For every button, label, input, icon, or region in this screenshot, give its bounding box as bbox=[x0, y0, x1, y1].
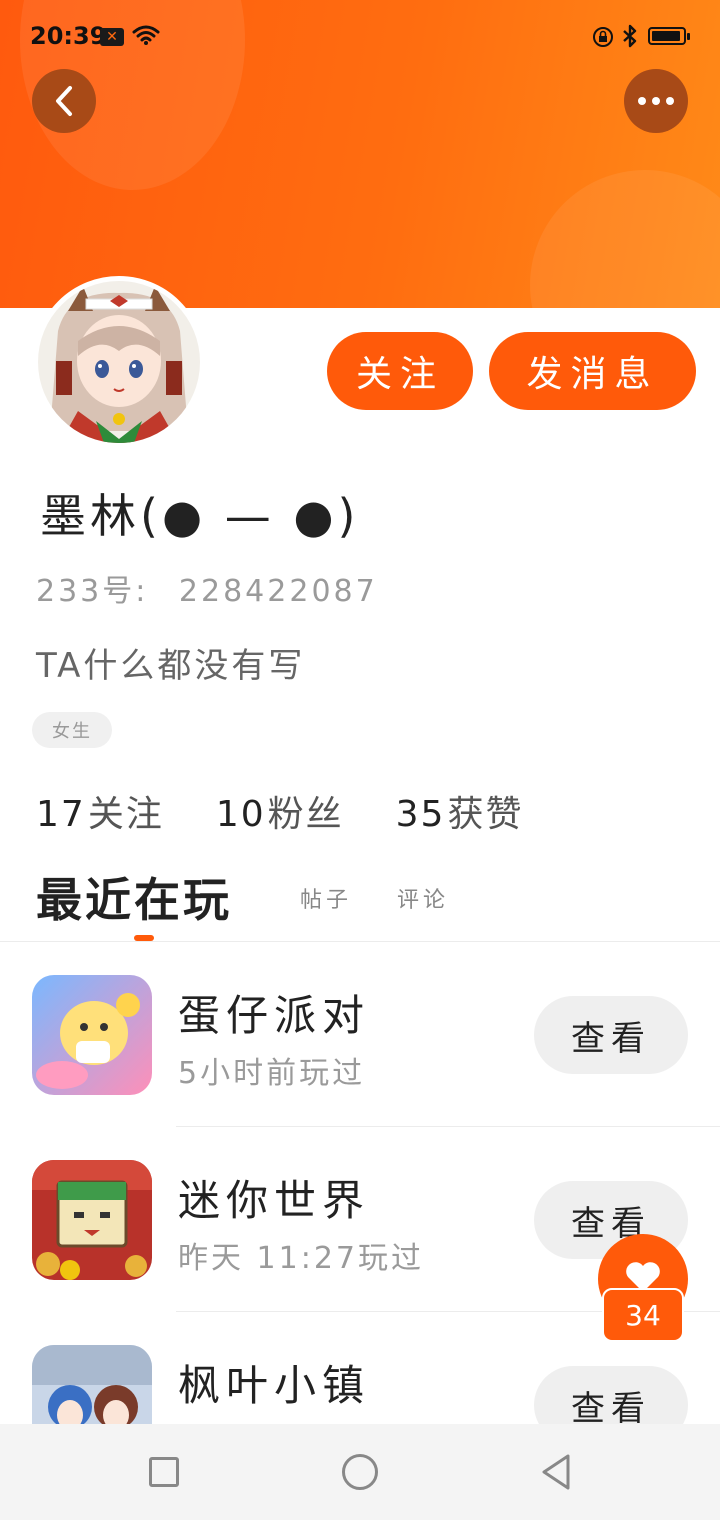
game-name: 蛋仔派对 bbox=[178, 991, 371, 1040]
profile-tabs: 最近在玩 帖子 评论 bbox=[0, 860, 720, 942]
stat-likes-label: 获赞 bbox=[447, 794, 524, 835]
view-game-button[interactable]: 查看 bbox=[534, 996, 688, 1074]
system-nav-bar bbox=[0, 1424, 720, 1520]
battery-icon bbox=[648, 27, 690, 45]
username: 墨林(● — ●) bbox=[40, 489, 360, 543]
user-id-value: 228422087 bbox=[178, 574, 378, 609]
notification-icon: ✕ bbox=[100, 28, 124, 46]
stat-followers[interactable]: 10粉丝 bbox=[216, 785, 344, 837]
game-icon-eggy-party bbox=[32, 975, 152, 1095]
game-name: 枫叶小镇 bbox=[178, 1361, 371, 1410]
status-time: 20:39 bbox=[30, 22, 107, 50]
list-item[interactable]: 蛋仔派对 5小时前玩过 查看 bbox=[0, 942, 720, 1127]
more-dots-icon bbox=[638, 97, 674, 105]
back-button[interactable] bbox=[32, 69, 96, 133]
stat-following-count: 17 bbox=[36, 794, 86, 835]
stat-followers-count: 10 bbox=[215, 794, 266, 835]
profile-stats: 17关注 10粉丝 35获赞 bbox=[36, 785, 523, 837]
tab-active-indicator bbox=[134, 935, 154, 941]
tab-recently-played[interactable]: 最近在玩 bbox=[36, 864, 232, 930]
home-icon[interactable] bbox=[342, 1454, 378, 1490]
back-icon[interactable] bbox=[538, 1452, 574, 1492]
wifi-icon bbox=[132, 25, 160, 45]
game-icon-mini-world bbox=[32, 1160, 152, 1280]
tab-comments[interactable]: 评论 bbox=[397, 882, 449, 914]
status-bar: 20:39 ✕ bbox=[0, 0, 720, 72]
stat-following-label: 关注 bbox=[87, 794, 164, 835]
game-last-played: 5小时前玩过 bbox=[178, 1056, 366, 1091]
bio-text: TA什么都没有写 bbox=[36, 646, 306, 686]
avatar-image bbox=[38, 281, 200, 443]
stat-following[interactable]: 17关注 bbox=[36, 785, 164, 837]
banner-decoration bbox=[530, 170, 720, 308]
recent-games-list: 蛋仔派对 5小时前玩过 查看 迷你世界 昨天 11:27玩过 查看 枫叶小镇 查… bbox=[0, 942, 720, 1497]
user-id-label: 233号: bbox=[36, 574, 149, 609]
recent-apps-icon[interactable] bbox=[149, 1457, 179, 1487]
like-count-badge: 34 bbox=[602, 1288, 684, 1342]
tab-posts[interactable]: 帖子 bbox=[300, 882, 352, 914]
avatar[interactable] bbox=[33, 276, 205, 448]
stat-likes: 35获赞 bbox=[396, 785, 524, 837]
stat-likes-count: 35 bbox=[395, 794, 446, 835]
lock-rotation-icon bbox=[593, 27, 613, 47]
stat-followers-label: 粉丝 bbox=[267, 794, 344, 835]
gender-tag: 女生 bbox=[32, 712, 112, 748]
send-message-button[interactable]: 发消息 bbox=[489, 332, 696, 410]
bluetooth-icon bbox=[623, 24, 637, 48]
chevron-left-icon bbox=[56, 86, 72, 116]
game-name: 迷你世界 bbox=[178, 1176, 371, 1225]
user-id: 233号: 228422087 bbox=[36, 566, 378, 610]
more-button[interactable] bbox=[624, 69, 688, 133]
follow-button[interactable]: 关注 bbox=[327, 332, 473, 410]
game-last-played: 昨天 11:27玩过 bbox=[178, 1241, 424, 1276]
